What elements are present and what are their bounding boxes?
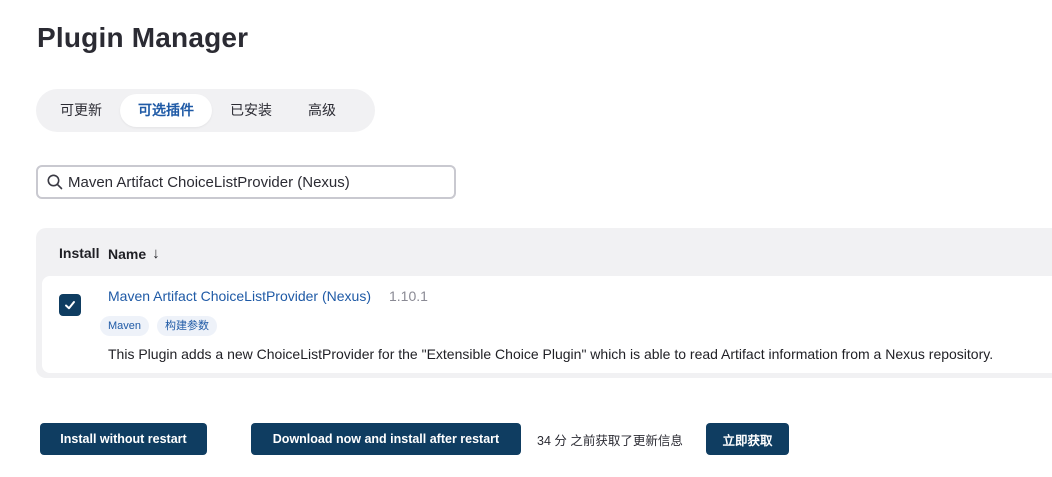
tag-maven[interactable]: Maven: [100, 316, 150, 336]
plugin-version: 1.10.1: [389, 288, 428, 304]
column-header-install[interactable]: Install: [59, 245, 99, 261]
update-info-text: 34 分 之前获取了更新信息: [537, 434, 683, 448]
tab-installed[interactable]: 已安装: [212, 94, 290, 127]
column-header-name-label: Name: [108, 245, 147, 262]
install-without-restart-button[interactable]: Install without restart: [40, 423, 207, 455]
search-icon: [47, 174, 63, 190]
plugin-table: Install Name ↓ Maven Artifact ChoiceList…: [36, 228, 1052, 378]
table-row: Maven Artifact ChoiceListProvider (Nexus…: [42, 276, 1052, 373]
table-header: Install Name ↓: [36, 228, 1052, 276]
download-install-after-restart-button[interactable]: Download now and install after restart: [251, 423, 521, 455]
sort-descending-icon: ↓: [152, 245, 160, 262]
tab-advanced[interactable]: 高级: [290, 94, 354, 127]
column-header-name[interactable]: Name ↓: [108, 245, 160, 262]
search-input[interactable]: [68, 173, 448, 191]
refresh-now-button[interactable]: 立即获取: [706, 423, 789, 455]
tag-build-parameters[interactable]: 构建参数: [157, 316, 218, 336]
tab-bar: 可更新 可选插件 已安装 高级: [36, 89, 375, 132]
plugin-tags: Maven 构建参数: [100, 316, 218, 336]
install-checkbox[interactable]: [59, 294, 81, 316]
checkmark-icon: [65, 301, 75, 310]
search-box[interactable]: [36, 165, 456, 199]
page-title: Plugin Manager: [37, 22, 249, 53]
plugin-description: This Plugin adds a new ChoiceListProvide…: [108, 346, 994, 362]
tab-updates[interactable]: 可更新: [42, 94, 120, 127]
plugin-name-link[interactable]: Maven Artifact ChoiceListProvider (Nexus…: [108, 288, 371, 304]
tab-available-plugins[interactable]: 可选插件: [120, 94, 212, 127]
